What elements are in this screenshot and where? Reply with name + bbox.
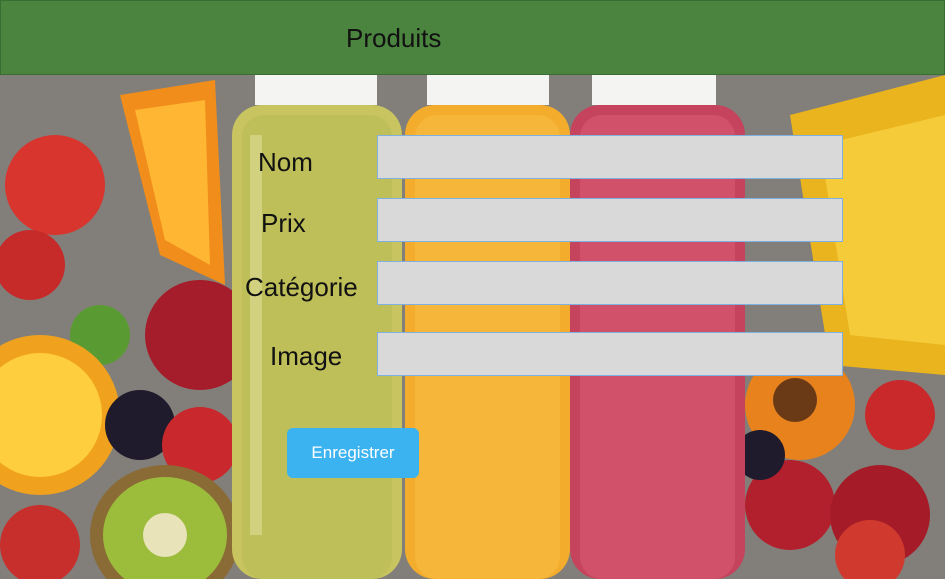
image-label: Image [270, 341, 343, 371]
name-label: Nom [258, 147, 313, 177]
image-input[interactable] [377, 332, 843, 376]
name-input[interactable] [377, 135, 843, 179]
price-input[interactable] [377, 198, 843, 242]
page-title: Produits [346, 23, 442, 53]
category-label: Catégorie [245, 272, 358, 302]
save-button[interactable]: Enregistrer [287, 428, 419, 478]
category-input[interactable] [377, 261, 843, 305]
top-header-bar: Produits [0, 0, 945, 75]
products-page: Produits Nom Prix Catégorie Image Enregi… [0, 0, 945, 579]
price-label: Prix [261, 208, 306, 238]
